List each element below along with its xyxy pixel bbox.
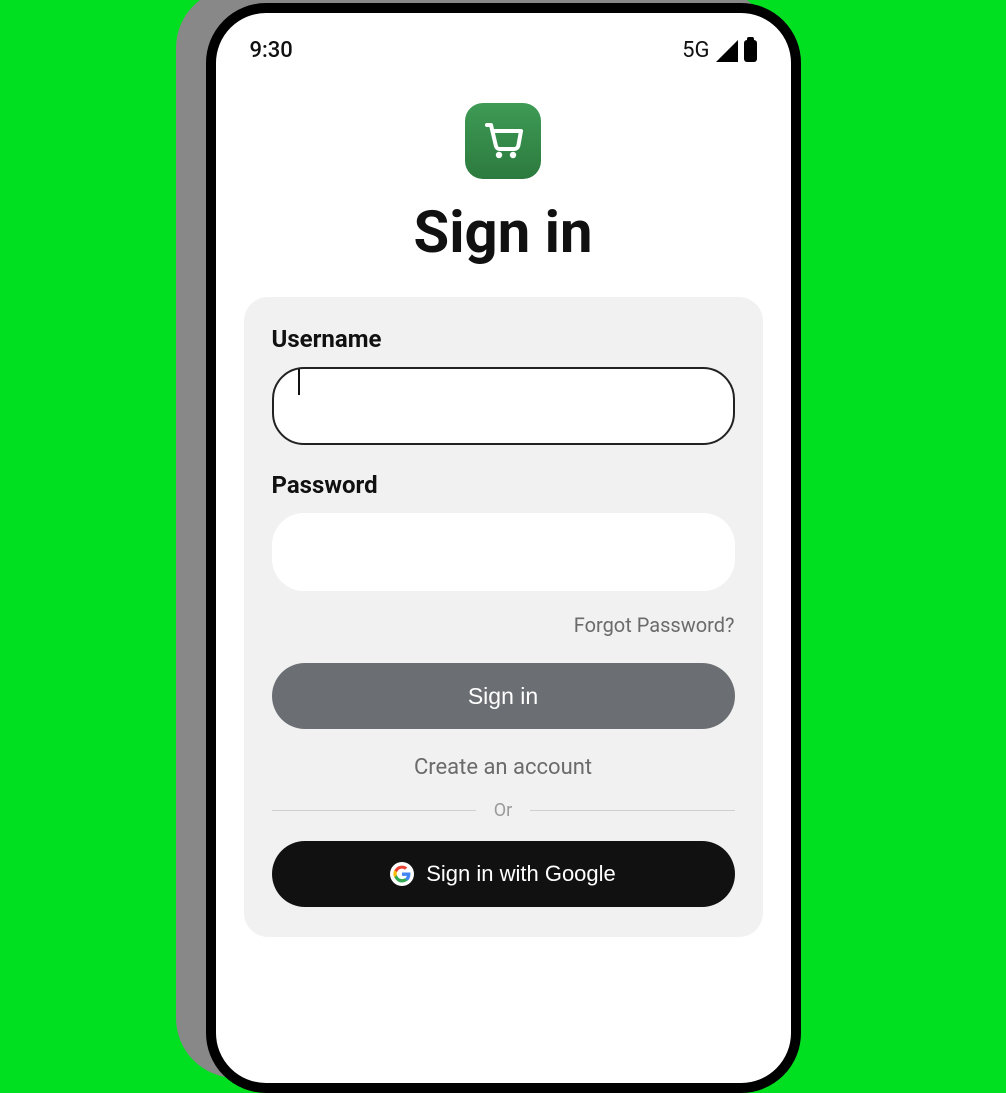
forgot-password-link[interactable]: Forgot Password? xyxy=(272,613,735,637)
divider: Or xyxy=(272,800,735,821)
password-label: Password xyxy=(272,471,735,499)
password-input[interactable] xyxy=(272,513,735,591)
cellular-signal-icon xyxy=(716,40,738,62)
status-indicators: 5G xyxy=(682,38,756,63)
create-account-link[interactable]: Create an account xyxy=(272,755,735,780)
header: Sign in xyxy=(216,103,791,267)
network-kind: 5G xyxy=(682,38,709,63)
google-signin-label: Sign in with Google xyxy=(426,861,616,887)
page-title: Sign in xyxy=(216,199,791,267)
status-bar: 9:30 5G xyxy=(216,38,791,83)
signin-card: Username Password Forgot Password? Sign … xyxy=(244,297,763,937)
google-signin-button[interactable]: Sign in with Google xyxy=(272,841,735,907)
username-input[interactable] xyxy=(272,367,735,445)
password-field-block: Password xyxy=(272,471,735,591)
status-time: 9:30 xyxy=(250,38,293,63)
divider-line xyxy=(530,810,734,811)
username-field-block: Username xyxy=(272,325,735,445)
battery-icon xyxy=(744,40,757,62)
google-icon xyxy=(390,862,414,886)
phone-frame: 9:30 5G Sign in Username Password xyxy=(206,3,801,1093)
app-logo xyxy=(465,103,541,179)
shopping-cart-icon xyxy=(479,115,527,167)
divider-label: Or xyxy=(494,800,512,821)
divider-line xyxy=(272,810,476,811)
text-caret xyxy=(298,369,300,395)
username-label: Username xyxy=(272,325,735,353)
sign-in-button[interactable]: Sign in xyxy=(272,663,735,729)
